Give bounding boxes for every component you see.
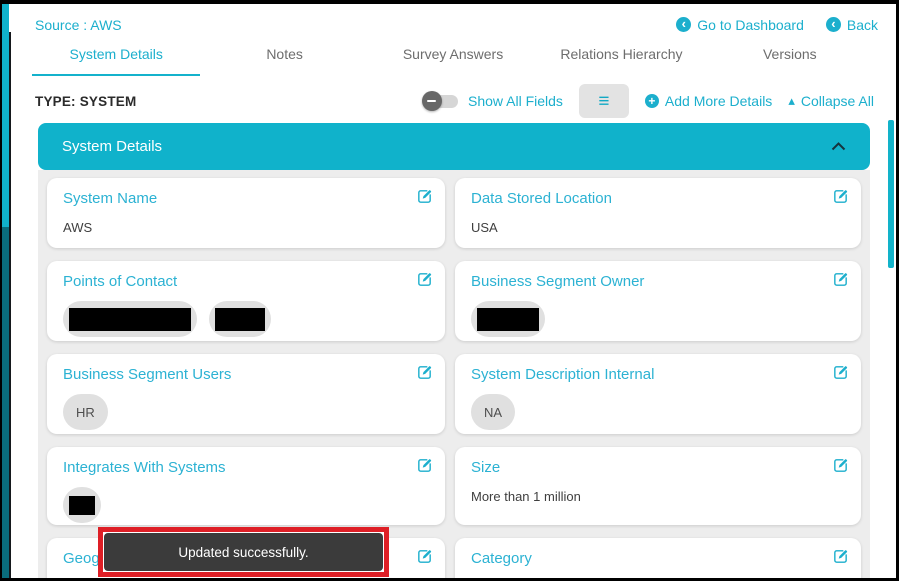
collapse-all-label: Collapse All — [801, 93, 874, 109]
field-title: System Name — [63, 190, 431, 207]
redaction-block — [69, 308, 191, 331]
chevron-up-icon[interactable] — [831, 142, 846, 151]
contact-chip-redacted[interactable] — [209, 301, 271, 337]
redaction-block — [69, 496, 95, 515]
field-card-data-stored-location: Data Stored Location USA — [455, 178, 861, 248]
integration-chip-redacted[interactable] — [63, 487, 101, 523]
system-details-section: System Details System Name AWS Data Stor… — [38, 123, 870, 578]
add-more-details-label: Add More Details — [665, 93, 772, 109]
hamburger-menu-button[interactable]: ≡ — [579, 84, 629, 118]
chip-label: HR — [69, 405, 102, 420]
edit-icon[interactable] — [832, 457, 849, 479]
main-content: Source : AWS ‹ Go to Dashboard ‹ Back Sy… — [11, 4, 896, 578]
redaction-block — [477, 308, 539, 331]
redaction-block — [215, 308, 265, 331]
field-value: AWS — [63, 220, 431, 235]
edit-icon[interactable] — [832, 548, 849, 570]
scrollbar-thumb[interactable] — [888, 120, 894, 268]
edit-icon[interactable] — [416, 271, 433, 293]
show-all-fields-toggle[interactable] — [422, 91, 460, 111]
toggle-knob-minus-icon — [422, 91, 442, 111]
annotation-highlight-box: Updated successfully. — [98, 527, 389, 577]
field-title: Integrates With Systems — [63, 459, 431, 476]
field-value: More than 1 million — [471, 489, 847, 504]
field-card-category: Category — [455, 538, 861, 578]
arrow-left-circle-icon: ‹ — [826, 17, 841, 32]
edit-icon[interactable] — [416, 188, 433, 210]
edit-icon[interactable] — [416, 548, 433, 570]
chip-label: NA — [477, 405, 509, 420]
collapse-all-button[interactable]: ▴ Collapse All — [788, 93, 874, 109]
add-more-details-button[interactable]: + Add More Details — [645, 93, 772, 109]
field-title: Business Segment Owner — [471, 273, 847, 290]
type-label: TYPE: SYSTEM — [35, 94, 136, 109]
field-card-size: Size More than 1 million — [455, 447, 861, 525]
left-edge-divider — [9, 32, 11, 578]
edit-icon[interactable] — [832, 188, 849, 210]
source-label: Source : AWS — [35, 17, 122, 33]
plus-circle-icon: + — [645, 94, 659, 108]
toast-message: Updated successfully. — [178, 545, 308, 560]
scrollbar-track[interactable] — [886, 4, 896, 578]
field-title: Points of Contact — [63, 273, 431, 290]
triangle-up-icon: ▴ — [788, 93, 795, 109]
edit-icon[interactable] — [416, 364, 433, 386]
section-title: System Details — [62, 138, 162, 155]
back-label: Back — [847, 17, 878, 33]
field-title: Category — [471, 550, 847, 567]
owner-chip-redacted[interactable] — [471, 301, 545, 337]
back-link[interactable]: ‹ Back — [826, 17, 878, 33]
fields-grid: System Name AWS Data Stored Location USA… — [47, 178, 861, 578]
tab-notes[interactable]: Notes — [200, 38, 368, 76]
field-card-points-of-contact: Points of Contact — [47, 261, 445, 341]
go-to-dashboard-link[interactable]: ‹ Go to Dashboard — [676, 17, 804, 33]
tab-relations-hierarchy[interactable]: Relations Hierarchy — [537, 38, 705, 76]
users-chip[interactable]: HR — [63, 394, 108, 430]
edit-icon[interactable] — [832, 364, 849, 386]
tab-survey-answers[interactable]: Survey Answers — [369, 38, 537, 76]
edit-icon[interactable] — [832, 271, 849, 293]
tab-system-details[interactable]: System Details — [32, 38, 200, 76]
show-all-fields-label: Show All Fields — [468, 93, 563, 109]
go-to-dashboard-label: Go to Dashboard — [697, 17, 804, 33]
left-edge-strip — [2, 4, 9, 578]
toast-notification: Updated successfully. — [104, 533, 383, 571]
field-card-system-name: System Name AWS — [47, 178, 445, 248]
hamburger-icon: ≡ — [598, 91, 609, 112]
section-header-bar[interactable]: System Details — [38, 123, 870, 170]
field-card-integrates-with-systems: Integrates With Systems — [47, 447, 445, 525]
toolbar: TYPE: SYSTEM Show All Fields ≡ + Add Mor… — [11, 84, 896, 118]
tab-bar: System Details Notes Survey Answers Rela… — [32, 38, 874, 76]
field-title: System Description Internal — [471, 366, 847, 383]
edit-icon[interactable] — [416, 457, 433, 479]
contact-chip-redacted[interactable] — [63, 301, 197, 337]
field-title: Size — [471, 459, 847, 476]
field-title: Business Segment Users — [63, 366, 431, 383]
field-card-business-segment-owner: Business Segment Owner — [455, 261, 861, 341]
header-row: Source : AWS ‹ Go to Dashboard ‹ Back — [11, 4, 896, 36]
field-card-business-segment-users: Business Segment Users HR — [47, 354, 445, 434]
field-card-system-description-internal: System Description Internal NA — [455, 354, 861, 434]
tab-versions[interactable]: Versions — [706, 38, 874, 76]
section-body: System Name AWS Data Stored Location USA… — [38, 170, 870, 578]
description-chip[interactable]: NA — [471, 394, 515, 430]
field-value: USA — [471, 220, 847, 235]
arrow-left-circle-icon: ‹ — [676, 17, 691, 32]
left-edge-strip-dark-segment — [2, 227, 9, 578]
field-title: Data Stored Location — [471, 190, 847, 207]
